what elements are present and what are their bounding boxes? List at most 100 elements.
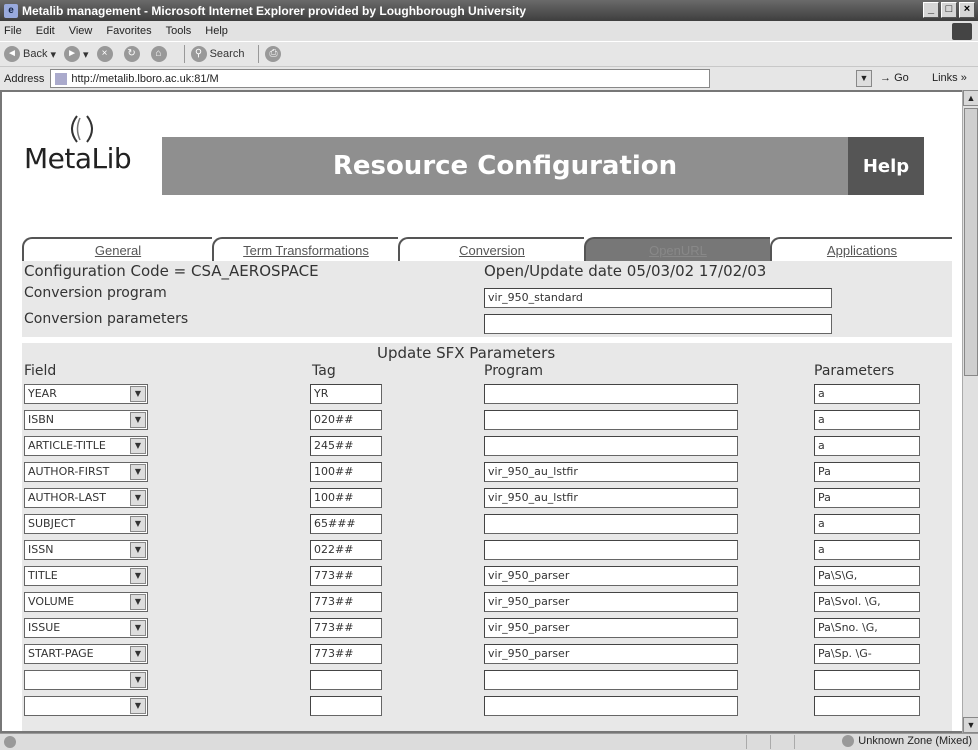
chevron-down-icon[interactable]: ▼ <box>130 672 146 688</box>
tab-openurl[interactable]: OpenURL <box>584 237 770 261</box>
program-input[interactable] <box>484 384 738 404</box>
parameters-input[interactable]: Pa <box>814 488 920 508</box>
menu-help[interactable]: Help <box>205 25 228 37</box>
field-select[interactable]: ▼ <box>24 670 148 690</box>
field-select[interactable]: ▼ <box>24 696 148 716</box>
tag-input[interactable] <box>310 670 382 690</box>
tab-general[interactable]: General <box>22 237 212 261</box>
tag-input[interactable]: 773## <box>310 644 382 664</box>
chevron-down-icon[interactable]: ▼ <box>130 386 146 402</box>
menu-view[interactable]: View <box>69 25 93 37</box>
print-button[interactable]: ⎙ <box>265 46 284 62</box>
chevron-down-icon[interactable]: ▼ <box>130 412 146 428</box>
tag-input[interactable] <box>310 696 382 716</box>
tag-input[interactable]: 65### <box>310 514 382 534</box>
chevron-down-icon[interactable]: ▼ <box>130 516 146 532</box>
column-header-field: Field <box>24 363 57 379</box>
program-input[interactable] <box>484 514 738 534</box>
chevron-down-icon[interactable]: ▼ <box>130 568 146 584</box>
tag-input[interactable]: 245## <box>310 436 382 456</box>
tag-input[interactable]: 773## <box>310 618 382 638</box>
field-select[interactable]: AUTHOR-FIRST ▼ <box>24 462 148 482</box>
links-button[interactable]: Links » <box>932 72 967 84</box>
address-dropdown-button[interactable]: ▼ <box>856 70 872 87</box>
tag-input[interactable]: YR <box>310 384 382 404</box>
back-button[interactable]: ◄ Back ▾ <box>4 46 56 62</box>
parameters-input[interactable]: Pa <box>814 462 920 482</box>
program-input[interactable] <box>484 696 738 716</box>
menu-favorites[interactable]: Favorites <box>106 25 151 37</box>
tab-conversion[interactable]: Conversion <box>398 237 584 261</box>
close-button[interactable]: × <box>959 2 975 18</box>
chevron-down-icon[interactable]: ▼ <box>130 698 146 714</box>
tag-input[interactable]: 100## <box>310 488 382 508</box>
forward-button[interactable]: ► ▾ <box>64 46 89 62</box>
program-input[interactable] <box>484 410 738 430</box>
field-select[interactable]: SUBJECT ▼ <box>24 514 148 534</box>
address-label: Address <box>4 72 45 85</box>
chevron-down-icon[interactable]: ▼ <box>130 594 146 610</box>
menu-tools[interactable]: Tools <box>166 25 192 37</box>
field-select[interactable]: ISBN ▼ <box>24 410 148 430</box>
tag-input[interactable]: 773## <box>310 566 382 586</box>
field-select[interactable]: ISSUE ▼ <box>24 618 148 638</box>
help-button[interactable]: Help <box>848 137 924 195</box>
scroll-up-icon[interactable]: ▲ <box>963 90 978 106</box>
search-button[interactable]: ⚲ Search <box>190 46 244 62</box>
parameters-input[interactable]: a <box>814 514 920 534</box>
parameters-input[interactable]: a <box>814 436 920 456</box>
tag-input[interactable]: 022## <box>310 540 382 560</box>
scroll-down-icon[interactable]: ▼ <box>963 717 978 733</box>
tag-input[interactable]: 100## <box>310 462 382 482</box>
parameters-input[interactable] <box>814 696 920 716</box>
menu-edit[interactable]: Edit <box>36 25 55 37</box>
tab-bar: General Term Transformations Conversion … <box>22 237 952 261</box>
chevron-down-icon[interactable]: ▼ <box>130 620 146 636</box>
field-select[interactable]: AUTHOR-LAST ▼ <box>24 488 148 508</box>
tag-input[interactable]: 020## <box>310 410 382 430</box>
chevron-down-icon[interactable]: ▼ <box>130 464 146 480</box>
parameters-input[interactable]: Pa\Sno. \G, <box>814 618 920 638</box>
program-input[interactable]: vir_950_parser <box>484 644 738 664</box>
parameters-input[interactable]: Pa\Svol. \G, <box>814 592 920 612</box>
chevron-down-icon[interactable]: ▼ <box>130 646 146 662</box>
field-select[interactable]: YEAR ▼ <box>24 384 148 404</box>
conversion-program-input[interactable]: vir_950_standard <box>484 288 832 308</box>
program-input[interactable]: vir_950_parser <box>484 618 738 638</box>
field-select[interactable]: ISSN ▼ <box>24 540 148 560</box>
go-button[interactable]: → Go <box>880 72 909 84</box>
parameters-input[interactable]: a <box>814 540 920 560</box>
program-input[interactable]: vir_950_au_lstfir <box>484 488 738 508</box>
program-input[interactable]: vir_950_parser <box>484 566 738 586</box>
field-select[interactable]: START-PAGE ▼ <box>24 644 148 664</box>
tab-term-transformations[interactable]: Term Transformations <box>212 237 398 261</box>
program-input[interactable] <box>484 436 738 456</box>
tab-applications[interactable]: Applications <box>770 237 952 261</box>
stop-button[interactable]: × <box>96 46 116 62</box>
parameters-input[interactable]: a <box>814 410 920 430</box>
chevron-down-icon[interactable]: ▼ <box>130 542 146 558</box>
refresh-button[interactable]: ↻ <box>123 46 143 62</box>
program-input[interactable]: vir_950_parser <box>484 592 738 612</box>
vertical-scrollbar[interactable]: ▲ ▼ <box>962 90 978 733</box>
field-select[interactable]: ARTICLE-TITLE ▼ <box>24 436 148 456</box>
tag-input[interactable]: 773## <box>310 592 382 612</box>
menu-file[interactable]: File <box>4 25 22 37</box>
program-input[interactable] <box>484 540 738 560</box>
conversion-parameters-input[interactable] <box>484 314 832 334</box>
parameters-input[interactable]: a <box>814 384 920 404</box>
field-select[interactable]: TITLE ▼ <box>24 566 148 586</box>
field-select[interactable]: VOLUME ▼ <box>24 592 148 612</box>
scroll-thumb[interactable] <box>964 108 978 376</box>
parameters-input[interactable]: Pa\Sp. \G- <box>814 644 920 664</box>
address-input[interactable]: http://metalib.lboro.ac.uk:81/M <box>50 69 711 88</box>
chevron-down-icon[interactable]: ▼ <box>130 490 146 506</box>
minimize-button[interactable]: _ <box>923 2 939 18</box>
parameters-input[interactable] <box>814 670 920 690</box>
program-input[interactable]: vir_950_au_lstfir <box>484 462 738 482</box>
home-button[interactable]: ⌂ <box>150 46 170 62</box>
program-input[interactable] <box>484 670 738 690</box>
maximize-button[interactable]: □ <box>941 2 957 18</box>
parameters-input[interactable]: Pa\S\G, <box>814 566 920 586</box>
chevron-down-icon[interactable]: ▼ <box>130 438 146 454</box>
